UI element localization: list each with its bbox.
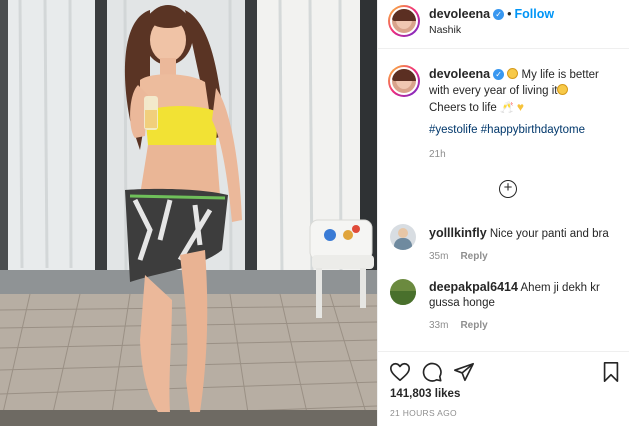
caption-time: 21h — [429, 149, 446, 160]
reply-button[interactable]: Reply — [460, 320, 487, 331]
commenter-username[interactable]: yolllkinfly — [429, 226, 487, 240]
caption-text: devoleena ✓ My life is better with every … — [429, 66, 619, 116]
comment-time: 33m — [429, 320, 449, 331]
share-icon[interactable] — [453, 361, 475, 383]
separator-dot: • — [507, 7, 512, 21]
smiley-emoji-icon — [507, 68, 519, 79]
comment-message: Nice your panti and bra — [489, 228, 609, 240]
comment-icon[interactable] — [421, 361, 443, 383]
author-username[interactable]: devoleena — [429, 7, 490, 21]
comment-text: yolllkinfly Nice your panti and bra — [429, 226, 619, 242]
caption-line-2: Cheers to life — [429, 102, 497, 114]
comment-meta: 35m Reply — [429, 251, 488, 262]
comment-time: 35m — [429, 251, 449, 262]
bookmark-icon[interactable] — [600, 361, 622, 383]
caption-hashtags[interactable]: #yestolife #happybirthdaytome — [429, 124, 585, 136]
commenter-avatar[interactable] — [390, 224, 416, 250]
reply-button[interactable]: Reply — [460, 251, 487, 262]
load-more-comments-icon[interactable]: + — [499, 180, 517, 198]
commenter-avatar[interactable] — [390, 279, 416, 305]
likes-count[interactable]: 141,803 likes — [390, 388, 460, 400]
verified-icon: ✓ — [493, 69, 505, 81]
clinking-glasses-emoji-icon: 🥂 — [499, 102, 514, 114]
author-avatar[interactable] — [388, 5, 420, 37]
instagram-post: devoleena ✓ • Follow Nashik devoleena ✓ My l… — [0, 0, 629, 426]
heart-icon[interactable] — [389, 361, 411, 383]
yellow-heart-emoji-icon: ♥ — [516, 100, 524, 114]
post-photo[interactable] — [0, 0, 377, 426]
follow-button[interactable]: Follow — [515, 7, 555, 21]
caption-avatar[interactable] — [388, 65, 420, 97]
post-header: devoleena ✓ • Follow Nashik — [378, 0, 629, 48]
verified-icon: ✓ — [493, 9, 505, 21]
location-link[interactable]: Nashik — [429, 24, 461, 36]
comment-meta: 33m Reply — [429, 320, 488, 331]
commenter-username[interactable]: deepakpal6414 — [429, 280, 518, 294]
author-line: devoleena ✓ • Follow — [429, 7, 554, 21]
comment-text: deepakpal6414 Ahem ji dekh kr gussa hong… — [429, 280, 619, 311]
caption-username[interactable]: devoleena — [429, 67, 490, 81]
post-age: 21 HOURS AGO — [390, 408, 457, 418]
comments-section: devoleena ✓ My life is better with every … — [378, 49, 629, 351]
actions-bar: 141,803 likes 21 HOURS AGO — [378, 352, 629, 426]
post-side-panel: devoleena ✓ • Follow Nashik devoleena ✓ My l… — [377, 0, 629, 426]
smiley-emoji-icon — [557, 84, 569, 95]
